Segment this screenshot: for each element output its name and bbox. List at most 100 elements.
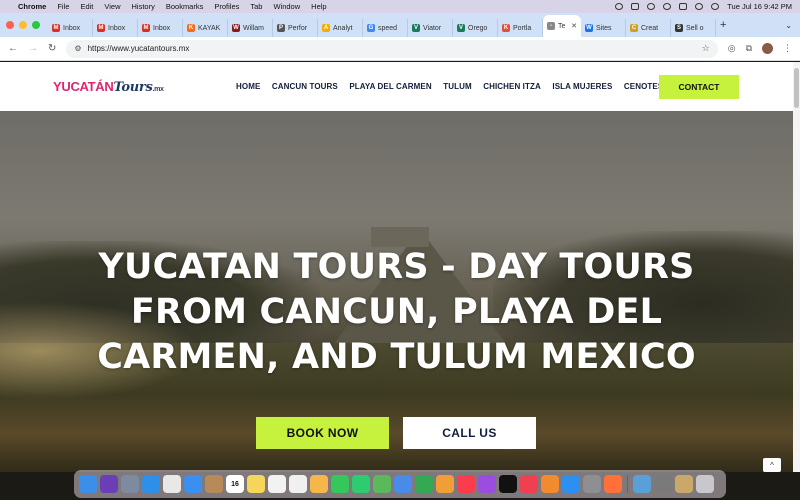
menubar-clock[interactable]: Tue Jul 16 9:42 PM bbox=[727, 2, 792, 11]
wifi-icon[interactable] bbox=[647, 3, 656, 10]
battery-icon[interactable] bbox=[631, 3, 640, 10]
logo-text-mx: .mx bbox=[152, 85, 164, 93]
hero-title-line-2: FROM CANCUN, PLAYA DEL bbox=[130, 292, 663, 332]
extension-icon[interactable]: ◎ bbox=[728, 43, 736, 54]
menu-help[interactable]: Help bbox=[311, 2, 326, 11]
finder-icon[interactable] bbox=[79, 475, 97, 493]
nav-playa-del-carmen[interactable]: PLAYA DEL CARMEN bbox=[349, 82, 431, 91]
tab-9[interactable]: V Orego bbox=[453, 19, 498, 37]
chrome-icon[interactable] bbox=[163, 475, 181, 493]
reload-icon[interactable]: ↻ bbox=[48, 43, 56, 54]
settings-icon[interactable] bbox=[583, 475, 601, 493]
screenshot-icon[interactable] bbox=[654, 475, 672, 493]
launchpad-icon[interactable] bbox=[121, 475, 139, 493]
menu-tab[interactable]: Tab bbox=[250, 2, 262, 11]
menu-history[interactable]: History bbox=[132, 2, 155, 11]
tab-12[interactable]: W Sites bbox=[581, 19, 626, 37]
site-info-icon[interactable]: ⚙ bbox=[74, 44, 81, 53]
search-icon[interactable] bbox=[695, 3, 704, 10]
tab-search-chevron-icon[interactable]: ⌄ bbox=[785, 21, 792, 30]
tab-list: M Inbox M Inbox M Inbox K KAYAK W Willam P Perfor A A… bbox=[48, 13, 716, 37]
calendar-icon[interactable]: 16 bbox=[226, 475, 244, 493]
menu-edit[interactable]: Edit bbox=[80, 2, 93, 11]
book-now-button[interactable]: BOOK NOW bbox=[256, 417, 389, 449]
scrollbar-thumb[interactable] bbox=[794, 68, 799, 108]
podcasts-icon[interactable] bbox=[478, 475, 496, 493]
tab-10[interactable]: K Portla bbox=[498, 19, 543, 37]
profile-avatar[interactable] bbox=[762, 43, 773, 54]
tab-8[interactable]: V Viator bbox=[408, 19, 453, 37]
status-record-icon[interactable] bbox=[615, 3, 624, 10]
maps-icon[interactable] bbox=[373, 475, 391, 493]
appstore-icon[interactable] bbox=[562, 475, 580, 493]
forward-arrow-icon[interactable]: → bbox=[28, 43, 38, 54]
folder-icon[interactable] bbox=[675, 475, 693, 493]
tab-1[interactable]: M Inbox bbox=[93, 19, 138, 37]
control-center-icon[interactable] bbox=[663, 3, 672, 10]
nav-cenotes[interactable]: CENOTES bbox=[624, 82, 663, 91]
tab-active[interactable]: - Te ✕ bbox=[543, 15, 581, 37]
bookmark-star-icon[interactable]: ☆ bbox=[702, 43, 710, 54]
notes-icon[interactable] bbox=[247, 475, 265, 493]
display-icon[interactable] bbox=[679, 3, 688, 10]
address-bar[interactable]: ⚙ https://www.yucatantours.mx ☆ bbox=[66, 39, 718, 58]
tab-14[interactable]: S Sell o bbox=[671, 19, 716, 37]
tab-7[interactable]: Gspeed bbox=[363, 19, 408, 37]
tab-13[interactable]: C Creat bbox=[626, 19, 671, 37]
tab-3[interactable]: K KAYAK bbox=[183, 19, 228, 37]
safari-icon[interactable] bbox=[142, 475, 160, 493]
pages-icon[interactable] bbox=[436, 475, 454, 493]
siri-status-icon[interactable] bbox=[711, 3, 720, 10]
back-arrow-icon[interactable]: ← bbox=[8, 43, 18, 54]
fullscreen-window-icon[interactable] bbox=[32, 21, 40, 29]
photos-icon[interactable] bbox=[310, 475, 328, 493]
siri-icon[interactable] bbox=[100, 475, 118, 493]
preview-icon[interactable] bbox=[633, 475, 651, 493]
macos-menu-bar: Chrome File Edit View History Bookmarks … bbox=[0, 0, 800, 13]
call-us-button[interactable]: CALL US bbox=[403, 417, 536, 449]
contacts-icon[interactable] bbox=[205, 475, 223, 493]
tab-label: Willam bbox=[243, 24, 264, 32]
menu-app-name[interactable]: Chrome bbox=[18, 2, 46, 11]
firefox-icon[interactable] bbox=[604, 475, 622, 493]
menu-window[interactable]: Window bbox=[273, 2, 300, 11]
numbers-icon[interactable] bbox=[415, 475, 433, 493]
more-menu-icon[interactable]: ⋮ bbox=[783, 43, 792, 54]
facetime-icon[interactable] bbox=[352, 475, 370, 493]
tab-6[interactable]: A Analyt bbox=[318, 19, 363, 37]
keynote-icon[interactable] bbox=[394, 475, 412, 493]
music-icon[interactable] bbox=[457, 475, 475, 493]
menu-profiles[interactable]: Profiles bbox=[214, 2, 239, 11]
messages-icon[interactable] bbox=[331, 475, 349, 493]
minimize-window-icon[interactable] bbox=[19, 21, 27, 29]
trash-icon[interactable] bbox=[696, 475, 714, 493]
tab-favicon-icon: M bbox=[142, 24, 150, 32]
contact-button[interactable]: CONTACT bbox=[659, 75, 739, 99]
nav-isla-mujeres[interactable]: ISLA MUJERES bbox=[552, 82, 612, 91]
menu-view[interactable]: View bbox=[104, 2, 120, 11]
tab-4[interactable]: W Willam bbox=[228, 19, 273, 37]
news-icon[interactable] bbox=[520, 475, 538, 493]
extensions-puzzle-icon[interactable]: ⧉ bbox=[746, 43, 752, 54]
back-to-top-button[interactable]: ^ bbox=[763, 458, 781, 472]
new-tab-icon[interactable]: + bbox=[720, 19, 726, 31]
freeform-icon[interactable] bbox=[289, 475, 307, 493]
appletv-icon[interactable] bbox=[499, 475, 517, 493]
site-logo[interactable]: YUCATÁN Tours .mx bbox=[53, 79, 164, 95]
tab-0[interactable]: M Inbox bbox=[48, 19, 93, 37]
tab-2[interactable]: M Inbox bbox=[138, 19, 183, 37]
mail-icon[interactable] bbox=[184, 475, 202, 493]
nav-home[interactable]: HOME bbox=[236, 82, 260, 91]
nav-chichen-itza[interactable]: CHICHEN ITZA bbox=[483, 82, 541, 91]
close-tab-icon[interactable]: ✕ bbox=[571, 22, 577, 30]
page-scrollbar[interactable] bbox=[793, 62, 800, 472]
menu-file[interactable]: File bbox=[57, 2, 69, 11]
nav-cancun-tours[interactable]: CANCUN TOURS bbox=[272, 82, 338, 91]
close-window-icon[interactable] bbox=[6, 21, 14, 29]
address-url[interactable]: https://www.yucatantours.mx bbox=[88, 44, 190, 53]
tab-5[interactable]: P Perfor bbox=[273, 19, 318, 37]
books-icon[interactable] bbox=[541, 475, 559, 493]
nav-tulum[interactable]: TULUM bbox=[443, 82, 472, 91]
menu-bookmarks[interactable]: Bookmarks bbox=[166, 2, 204, 11]
reminders-icon[interactable] bbox=[268, 475, 286, 493]
